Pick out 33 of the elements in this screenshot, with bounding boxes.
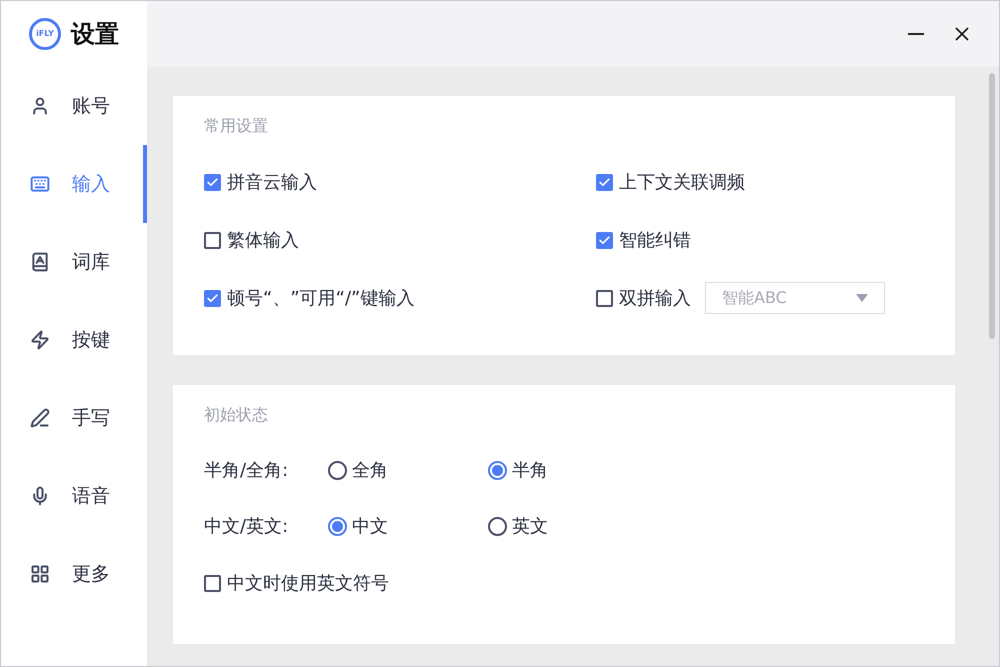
minimize-icon [908,33,924,35]
lightning-icon [30,330,50,350]
radio-button[interactable]: 半角 [488,456,648,484]
checkbox[interactable]: 拼音云输入 [204,168,317,196]
grid-icon [30,564,50,584]
checkbox[interactable]: 中文时使用英文符号 [204,570,389,596]
checkbox[interactable]: 双拼输入 [596,284,691,312]
radio-button[interactable]: 英文 [488,512,648,540]
checkbox[interactable]: 顿号“、”可用“/”键输入 [204,284,414,312]
radio-button[interactable]: 中文 [328,512,488,540]
microphone-icon [30,486,50,506]
sidebar-item[interactable]: 词库 [1,223,147,301]
sidebar-item[interactable]: 语音 [1,457,147,535]
section-title: 常用设置 [204,115,269,137]
checkbox[interactable]: 上下文关联调频 [596,168,745,196]
checkbox[interactable]: 智能纠错 [596,226,691,254]
pen-icon [30,408,50,428]
option-label: 中文/英文: [204,514,290,538]
checkbox[interactable]: 繁体输入 [204,226,299,254]
option-label: 半角/全角: [204,458,290,482]
logo-icon: iFLY [29,18,61,50]
book-icon [30,252,50,272]
sidebar-item[interactable]: 更多 [1,535,147,613]
user-icon [30,96,50,116]
sidebar-item[interactable]: 账号 [1,67,147,145]
sidebar-item[interactable]: 按键 [1,301,147,379]
radio-button[interactable]: 全角 [328,456,488,484]
section-title: 初始状态 [204,404,269,426]
window-title: 设置 [71,19,119,50]
scrollbar-thumb[interactable] [989,73,995,339]
sidebar-item[interactable]: 手写 [1,379,147,457]
caret-icon [856,294,868,302]
keyboard-icon [30,174,50,194]
